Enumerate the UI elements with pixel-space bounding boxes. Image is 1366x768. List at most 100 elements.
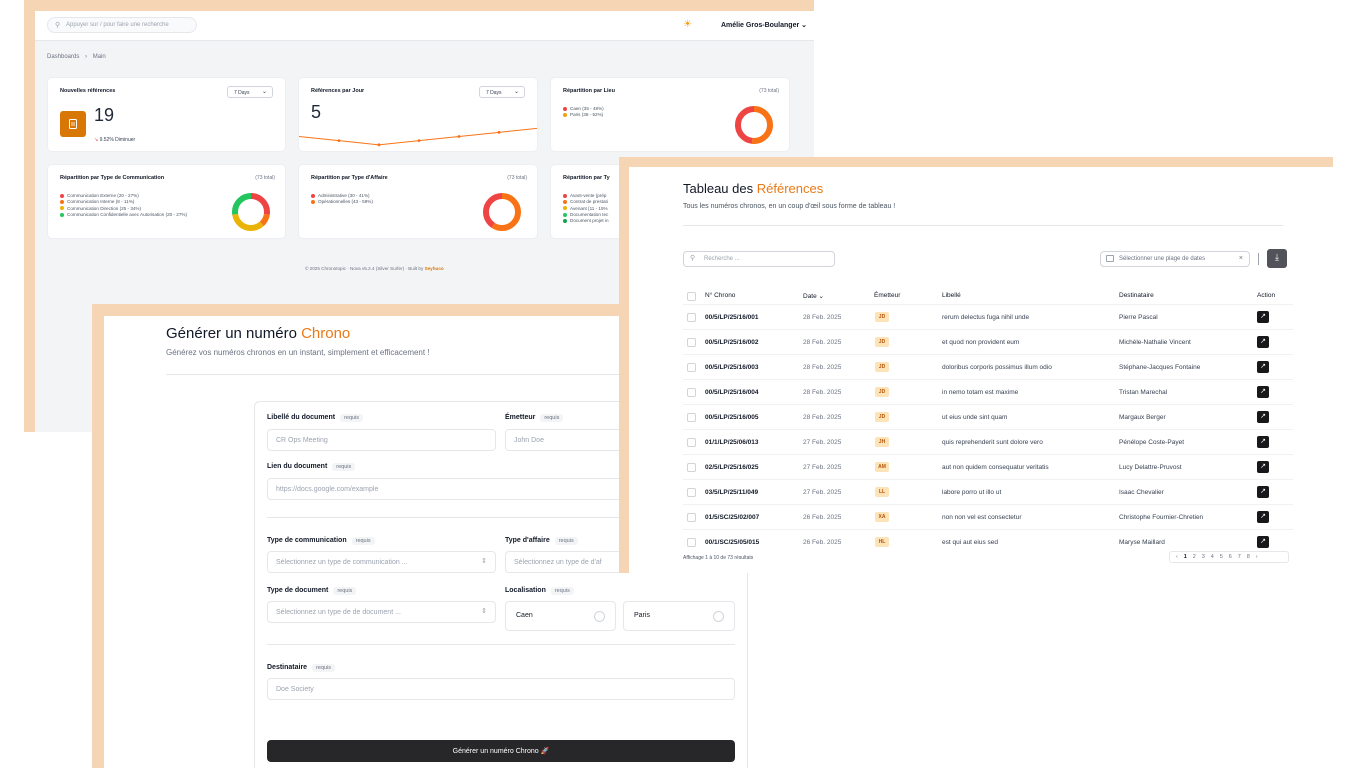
row-checkbox[interactable] [687,363,696,372]
breadcrumb-dashboards[interactable]: Dashboards [47,54,79,60]
results-summary: Affichage 1 à 10 de 73 résultats [683,555,754,561]
cell-num: 03/5/LP/25/11/049 [705,489,759,496]
cell-num: 00/1/SC/25/05/015 [705,539,760,546]
row-checkbox[interactable] [687,513,696,522]
table-row[interactable]: 01/1/LP/25/06/013 27 Feb. 2025 quis repreh… [683,429,1293,454]
cell-date: 28 Feb. 2025 [803,339,842,346]
row-checkbox[interactable] [687,538,696,547]
download-button[interactable]: ⤓ [1267,249,1287,268]
column-header-emetteur[interactable]: Émetteur [874,292,900,299]
row-checkbox[interactable] [687,488,696,497]
open-link-icon[interactable]: ↗ [1257,386,1269,398]
open-link-icon[interactable]: ↗ [1257,411,1269,423]
top-bar: ⚲ Appuyer sur / pour faire une recherche… [35,11,814,41]
cell-num: 01/5/SC/25/02/007 [705,514,760,521]
row-checkbox[interactable] [687,388,696,397]
type-document-select[interactable]: Sélectionnez un type de de document ... ⇕ [267,601,496,623]
clear-icon[interactable]: × [1239,255,1243,262]
table-row[interactable]: 00/5/LP/25/16/005 28 Feb. 2025 ut eius und… [683,404,1293,429]
card-total: (73 total) [507,175,527,181]
calendar-icon [1106,255,1114,262]
pager-prev[interactable]: ‹ [1176,554,1180,560]
radio-circle[interactable] [594,611,605,622]
cell-destinataire: Tristan Marechal [1119,389,1168,396]
pager-pages[interactable]: 2 3 4 5 6 7 8 [1193,554,1252,560]
emetteur-initials-badge: JD [875,312,889,322]
required-badge: requis [540,414,564,422]
cell-destinataire: Pierre Pascal [1119,314,1158,321]
legend: Avant-vente (prép Contrat de prestati Av… [563,193,609,224]
period-value: 7 Days [486,90,502,96]
card-title: Répartition par Type d'Affaire [311,175,388,181]
table-row[interactable]: 00/5/LP/25/16/003 28 Feb. 2025 doloribus c… [683,354,1293,379]
row-checkbox[interactable] [687,413,696,422]
type-communication-select[interactable]: Sélectionnez un type de communication ..… [267,551,496,573]
row-checkbox[interactable] [687,463,696,472]
column-header-date[interactable]: Date ⌄ [803,292,824,300]
row-checkbox[interactable] [687,338,696,347]
label-text: Type d'affaire [505,537,550,544]
cell-date: 27 Feb. 2025 [803,464,842,471]
cell-libelle: rerum delectus fuga nihil unde [942,314,1030,321]
localisation-option-caen[interactable]: Caen [505,601,616,631]
cell-libelle: in nemo totam est maxime [942,389,1019,396]
period-select[interactable]: 7 Days ⌄ [227,86,273,98]
page-subtitle: Tous les numéros chronos, en un coup d'œ… [683,203,896,210]
open-link-icon[interactable]: ↗ [1257,336,1269,348]
row-checkbox[interactable] [687,313,696,322]
table-search-input[interactable]: ⚲ Recherche ... [683,251,835,267]
table-row[interactable]: 00/5/LP/25/16/001 28 Feb. 2025 rerum delec… [683,304,1293,329]
legend-item: Opérationnelles (43 - 59%) [311,199,373,205]
generate-chrono-button[interactable]: Générer un numéro Chrono 🚀 [267,740,735,762]
select-all-checkbox[interactable] [687,292,696,301]
open-link-icon[interactable]: ↗ [1257,361,1269,373]
legend-label: Documentation tec [570,211,609,217]
legend-label: Avenant (11 - 15% [570,205,608,211]
dashboard-footer: © 2025 Chronotopic · Nova v5.2.4 (Silver… [305,266,444,271]
table-row[interactable]: 02/5/LP/25/16/025 27 Feb. 2025 aut non qui… [683,454,1293,479]
open-link-icon[interactable]: ↗ [1257,511,1269,523]
table-row[interactable]: 03/5/LP/25/11/049 27 Feb. 2025 labore porr… [683,479,1293,504]
option-label: Paris [634,612,650,619]
table-row[interactable]: 01/5/SC/25/02/007 26 Feb. 2025 non non vel… [683,504,1293,529]
search-icon: ⚲ [690,255,696,262]
donut-chart-lieu [735,106,773,144]
global-search[interactable]: ⚲ Appuyer sur / pour faire une recherche [47,17,197,33]
table-row[interactable]: 00/5/LP/25/16/002 28 Feb. 2025 et quod non… [683,329,1293,354]
cell-libelle: ut eius unde sint quam [942,414,1008,421]
cell-destinataire: Lucy Delattre-Pruvost [1119,464,1182,471]
period-select[interactable]: 7 Days ⌄ [479,86,525,98]
localisation-option-paris[interactable]: Paris [623,601,735,631]
footer-brand-link[interactable]: Seyhuco [425,266,444,271]
label-text: Localisation [505,587,546,594]
open-link-icon[interactable]: ↗ [1257,311,1269,323]
emetteur-initials-badge: JD [875,362,889,372]
column-header-libelle[interactable]: Libellé [942,292,961,299]
destinataire-input[interactable]: Doe Society [267,678,735,700]
theme-toggle-sun-icon[interactable]: ☀ [683,19,692,30]
cell-destinataire: Stéphane-Jacques Fontaine [1119,364,1201,371]
table-row[interactable]: 00/5/LP/25/16/004 28 Feb. 2025 in nemo tot… [683,379,1293,404]
user-menu[interactable]: Amélie Gros-Boulanger ⌄ [721,21,807,29]
libelle-input[interactable]: CR Ops Meeting [267,429,496,451]
open-link-icon[interactable]: ↗ [1257,486,1269,498]
card-repartition-affaire: Répartition par Type d'Affaire (73 total… [298,164,538,239]
label-text: Type de communication [267,537,347,544]
open-link-icon[interactable]: ↗ [1257,536,1269,548]
column-header-destinataire[interactable]: Destinataire [1119,292,1154,299]
column-header-chrono[interactable]: N° Chrono [705,292,735,299]
row-checkbox[interactable] [687,438,696,447]
pager-current[interactable]: 1 [1184,554,1189,560]
date-range-picker[interactable]: Sélectionner une plage de dates × [1100,251,1250,267]
label-text: Émetteur [505,414,536,421]
pager-next[interactable]: › [1256,554,1260,560]
radio-circle[interactable] [713,611,724,622]
emetteur-label: Émetteur requis [505,414,564,422]
libelle-label: Libellé du document requis [267,414,364,422]
open-link-icon[interactable]: ↗ [1257,436,1269,448]
card-title: Nouvelles références [60,88,116,94]
cell-date: 28 Feb. 2025 [803,389,842,396]
legend: Caen (35 - 48%) Paris (38 - 52%) [563,106,604,119]
label-text: Lien du document [267,463,328,470]
open-link-icon[interactable]: ↗ [1257,461,1269,473]
